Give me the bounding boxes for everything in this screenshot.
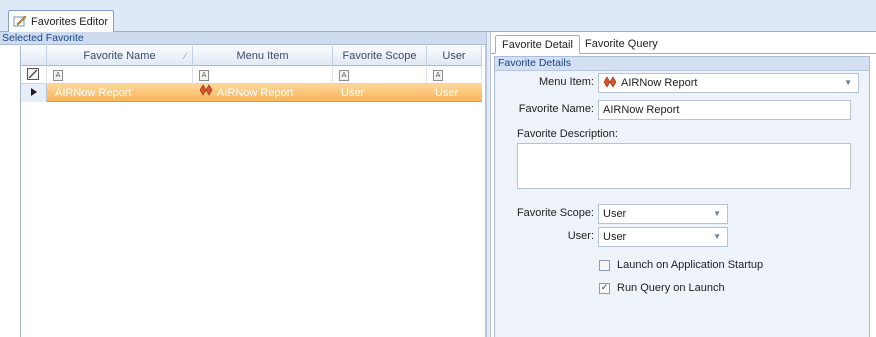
clear-filter-icon [27,67,39,83]
user-dropdown[interactable]: User ▼ [598,227,728,247]
menu-item-value: AIRNow Report [621,77,698,89]
filter-text-icon: A [199,69,209,81]
cell-menu-item[interactable]: AIRNow Report [193,84,333,102]
column-header-favorite-scope[interactable]: Favorite Scope [333,46,427,66]
report-icon [199,84,213,102]
cell-text: AIRNow Report [55,87,132,99]
favorite-scope-label: Favorite Scope: [516,207,594,219]
column-header-user[interactable]: User [427,46,482,66]
favorite-description-label: Favorite Description: [517,128,618,140]
column-header-label: Favorite Name [83,50,156,62]
panel-caption: Selected Favorite [0,32,486,45]
grid-header: Favorite Name ⁄ Menu Item Favorite Scope… [21,46,482,66]
chevron-down-icon: ▼ [844,78,852,87]
user-label: User: [567,230,594,242]
filter-user[interactable]: A [427,66,482,84]
favorite-name-label: Favorite Name: [518,103,594,115]
header-indicator-cell [21,46,47,66]
column-header-label: Menu Item [236,50,289,62]
filter-favorite-name[interactable]: A [47,66,193,84]
tab-favorite-query[interactable]: Favorite Query [579,35,664,54]
filter-row: A A A A [21,66,482,84]
column-header-label: User [442,50,466,62]
current-row-arrow-icon [30,87,37,99]
selected-favorite-panel: Selected Favorite Favorite Name ⁄ Menu I… [0,32,486,337]
run-query-label: Run Query on Launch [617,282,725,294]
row-indicator[interactable] [21,84,47,102]
filter-text-icon: A [433,69,443,81]
document-tab-strip: Favorites Editor [0,0,876,33]
filter-menu-item[interactable]: A [193,66,333,84]
favorites-grid: Favorite Name ⁄ Menu Item Favorite Scope… [20,46,482,337]
cell-text: User [435,87,459,99]
favorite-name-field[interactable]: AIRNow Report [598,100,851,120]
pencil-note-icon [13,14,27,30]
cell-favorite-scope[interactable]: User [333,84,427,102]
run-query-checkbox-row[interactable]: ✓ Run Query on Launch [599,282,725,294]
column-header-menu-item[interactable]: Menu Item [193,46,333,66]
launch-on-startup-checkbox-row[interactable]: Launch on Application Startup [599,259,763,271]
user-value: User [603,231,627,243]
column-header-label: Favorite Scope [342,50,417,62]
cell-user[interactable]: User [427,84,482,102]
favorite-detail-panel: Favorite Detail Favorite Query Favorite … [491,32,876,337]
group-caption: Favorite Details [495,57,869,71]
chevron-down-icon: ▼ [713,209,721,218]
launch-on-startup-label: Launch on Application Startup [617,259,764,271]
favorite-scope-dropdown[interactable]: User ▼ [598,204,728,224]
launch-on-startup-checkbox[interactable] [599,259,610,271]
column-header-favorite-name[interactable]: Favorite Name ⁄ [47,46,193,66]
cell-text: AIRNow Report [217,87,294,99]
filter-favorite-scope[interactable]: A [333,66,427,84]
chevron-down-icon: ▼ [713,232,721,241]
filter-text-icon: A [339,69,349,81]
clear-filter-button[interactable] [21,66,47,84]
favorite-scope-value: User [603,208,627,220]
cell-text: User [341,87,365,99]
favorite-description-field[interactable] [517,143,851,189]
filter-text-icon: A [53,69,63,81]
favorite-name-value: AIRNow Report [603,104,680,116]
menu-item-label: Menu Item: [538,76,594,88]
favorites-editor-tab[interactable]: Favorites Editor [8,10,114,33]
report-icon [603,75,617,91]
run-query-on-launch-checkbox[interactable]: ✓ [599,282,610,294]
table-row[interactable]: AIRNow Report AIRNow Report User User [21,84,482,102]
sort-indicator-icon: ⁄ [184,51,186,61]
cell-favorite-name[interactable]: AIRNow Report [47,84,193,102]
tab-favorite-detail[interactable]: Favorite Detail [495,35,580,54]
favorites-editor-tab-label: Favorites Editor [31,16,109,28]
menu-item-dropdown[interactable]: AIRNow Report ▼ [598,73,859,93]
detail-tab-strip: Favorite Detail Favorite Query [491,32,876,54]
favorite-details-group: Favorite Details Menu Item: AIRNow Repor… [494,56,870,337]
